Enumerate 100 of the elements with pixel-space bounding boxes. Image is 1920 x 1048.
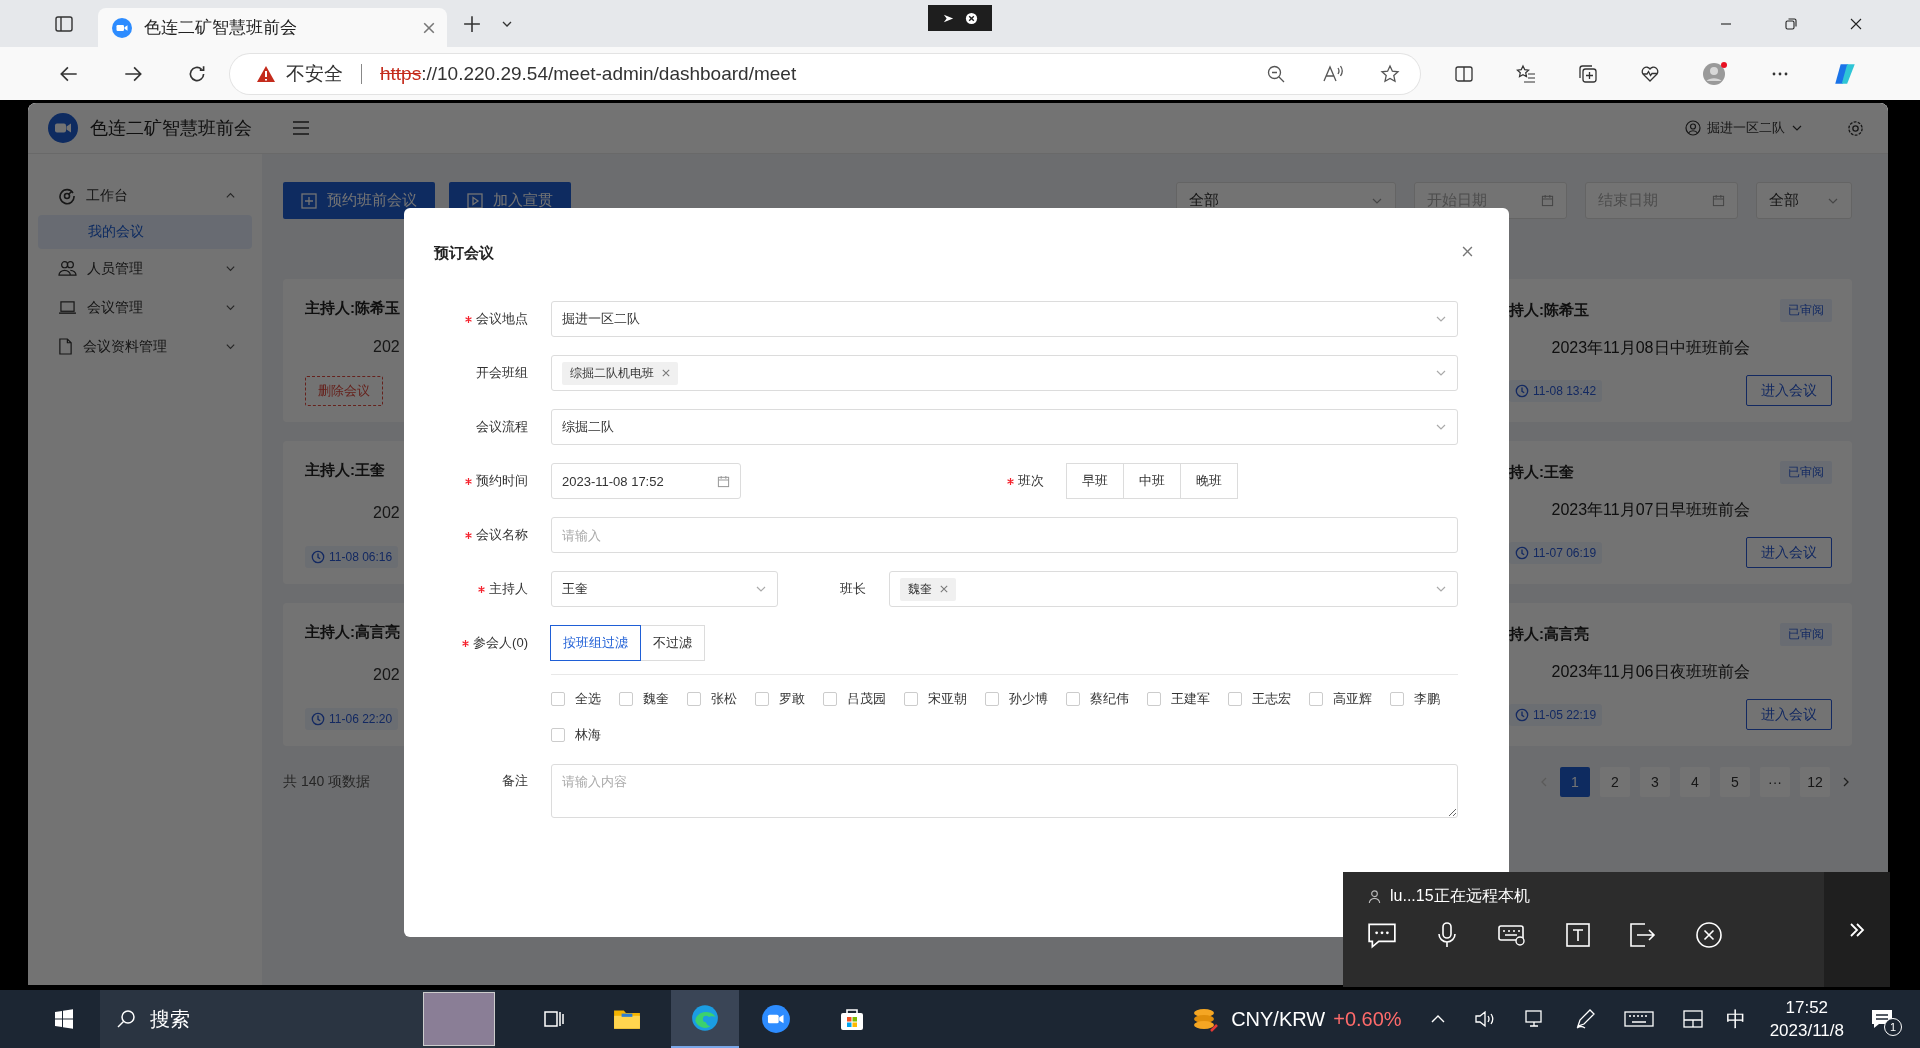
host-name: 主持人:高言亮 [305,623,400,642]
taskbar-app-button[interactable] [671,990,739,1048]
split-screen-icon[interactable] [1454,63,1474,84]
video-camera-icon [112,17,132,38]
type-select[interactable]: 全部 [1756,182,1852,219]
host-name: 持人:王奎 [1509,463,1574,482]
status-badge: 已审阅 [1780,623,1832,646]
favorites-icon[interactable] [1516,63,1536,84]
filter-option[interactable]: 不过滤 [640,625,705,661]
settings-icon[interactable] [1847,119,1864,137]
page-button[interactable]: 4 [1680,767,1710,797]
tab-actions-icon[interactable] [54,13,74,34]
participant-checkbox[interactable]: 魏奎 [619,688,669,710]
host-name: 主持人:王奎 [305,461,385,480]
browser-icon [690,1003,720,1033]
participant-checkbox[interactable]: 全选 [551,688,601,710]
page-button[interactable]: 5 [1720,767,1750,797]
field-label: 参会人(0) [473,634,528,652]
sidebar-item[interactable]: 会议管理 [28,288,262,327]
participant-checkbox[interactable]: 蔡纪伟 [1066,688,1129,710]
page-button[interactable]: ··· [1760,767,1790,797]
time-chip: 11-08 13:42 [1509,379,1603,402]
document-icon [58,338,73,355]
remark-field[interactable]: 请输入内容 [551,764,1458,818]
location-select[interactable]: 掘进一区二队 [551,301,1458,337]
host-select[interactable]: 王奎 [551,571,778,607]
gauge-icon [58,186,76,205]
participant-checkbox[interactable]: 孙少博 [985,688,1048,710]
shift-option[interactable]: 早班 [1066,463,1124,499]
participant-checkbox[interactable]: 宋亚朝 [904,688,967,710]
windows-logo-icon[interactable] [54,1009,74,1029]
notification-button[interactable]: 1 [1870,1004,1900,1034]
warning-icon [256,64,276,83]
close-circle-icon[interactable] [965,11,978,25]
datetime-field[interactable]: 2023-11-08 17:52 [551,463,741,499]
close-circle-icon[interactable] [1695,921,1723,949]
page-button[interactable]: 12 [1800,767,1830,797]
stock-widget[interactable]: CNY/KRW +0.60% [1189,1005,1402,1033]
filter-option[interactable]: 按班组过滤 [550,625,641,661]
taskbar-search-field[interactable]: 搜索 [100,990,495,1048]
participant-checkbox[interactable]: 张松 [687,688,737,710]
new-tab-icon[interactable] [463,14,481,33]
leader-select[interactable]: 魏奎 [889,571,1458,607]
participant-checkbox[interactable]: 林海 [551,724,601,746]
participant-checkbox[interactable]: 罗敢 [755,688,805,710]
page-button[interactable]: 3 [1640,767,1670,797]
meeting-title: 2023年11月08日中班班前会 [1550,338,1751,358]
field-label: 备注 [502,772,528,790]
read-aloud-icon[interactable] [1322,63,1344,84]
process-select[interactable]: 综掘二队 [551,409,1458,445]
meeting-date: 202 [373,504,400,522]
field-label: 会议名称 [476,526,528,544]
sidebar-item[interactable]: 会议资料管理 [28,327,262,366]
star-icon[interactable] [1380,63,1400,84]
taskbar-clock[interactable]: 17:52 2023/11/8 [1769,996,1844,1042]
field-label: 班长 [840,580,866,598]
input-method-indicator[interactable]: 中 [1725,1005,1746,1033]
profile-avatar-icon[interactable] [1702,60,1728,87]
double-chevron-icon[interactable] [1848,920,1866,939]
app-title: 色连二矿智慧班前会 [90,117,252,140]
restore-icon[interactable] [1784,16,1798,31]
sidebar-item[interactable]: 工作台 [28,176,262,215]
person-icon [1367,889,1382,904]
meeting-name-field[interactable]: 请输入 [551,517,1458,553]
participant-checkbox[interactable]: 吕茂园 [823,688,886,710]
participant-checkbox[interactable]: 王建军 [1147,688,1210,710]
exit-arrow-icon[interactable] [1629,922,1657,948]
team-select[interactable]: 综掘二队机电班 [551,355,1458,391]
field-label: 会议地点 [476,310,528,328]
team-tag[interactable]: 综掘二队机电班 [562,361,678,385]
address-field[interactable]: 不安全 https://10.220.29.54/meet-admin/dashboard/meet [230,53,1420,94]
layout-icon[interactable] [1681,1009,1704,1029]
search-icon [116,1009,136,1029]
video-camera-icon[interactable] [761,1004,791,1034]
participant-checkbox[interactable]: 王志宏 [1228,688,1291,710]
chat-icon[interactable] [1367,921,1397,949]
laptop-icon [58,300,77,315]
keyboard-icon[interactable] [1497,922,1527,948]
browser-tab[interactable]: 色连二矿智慧班前会 [98,8,447,47]
volume-icon[interactable] [1473,1010,1496,1028]
time-chip: 11-06 22:20 [305,708,399,730]
security-label[interactable]: 不安全 [286,60,343,87]
participant-checkbox[interactable]: 高亚辉 [1309,688,1372,710]
text-box-icon[interactable] [1565,922,1591,948]
keyboard-icon[interactable] [1623,1009,1654,1029]
zoom-out-icon[interactable] [1266,63,1286,84]
meeting-date: 202 [373,666,400,684]
sidebar-item[interactable]: 人员管理 [28,249,262,288]
participant-checkbox[interactable]: 李鹏 [1390,688,1440,710]
store-bag-icon[interactable] [839,1006,865,1032]
page-button[interactable]: 2 [1600,767,1630,797]
shift-option[interactable]: 中班 [1123,463,1181,499]
folder-icon[interactable] [613,1007,641,1031]
shift-option[interactable]: 晚班 [1180,463,1238,499]
collections-icon[interactable] [1578,63,1598,84]
menu-icon[interactable] [292,120,310,136]
close-icon[interactable] [1849,16,1863,31]
task-view-icon[interactable] [543,1008,565,1030]
leader-tag[interactable]: 魏奎 [900,577,956,601]
microphone-icon[interactable] [1435,921,1459,949]
